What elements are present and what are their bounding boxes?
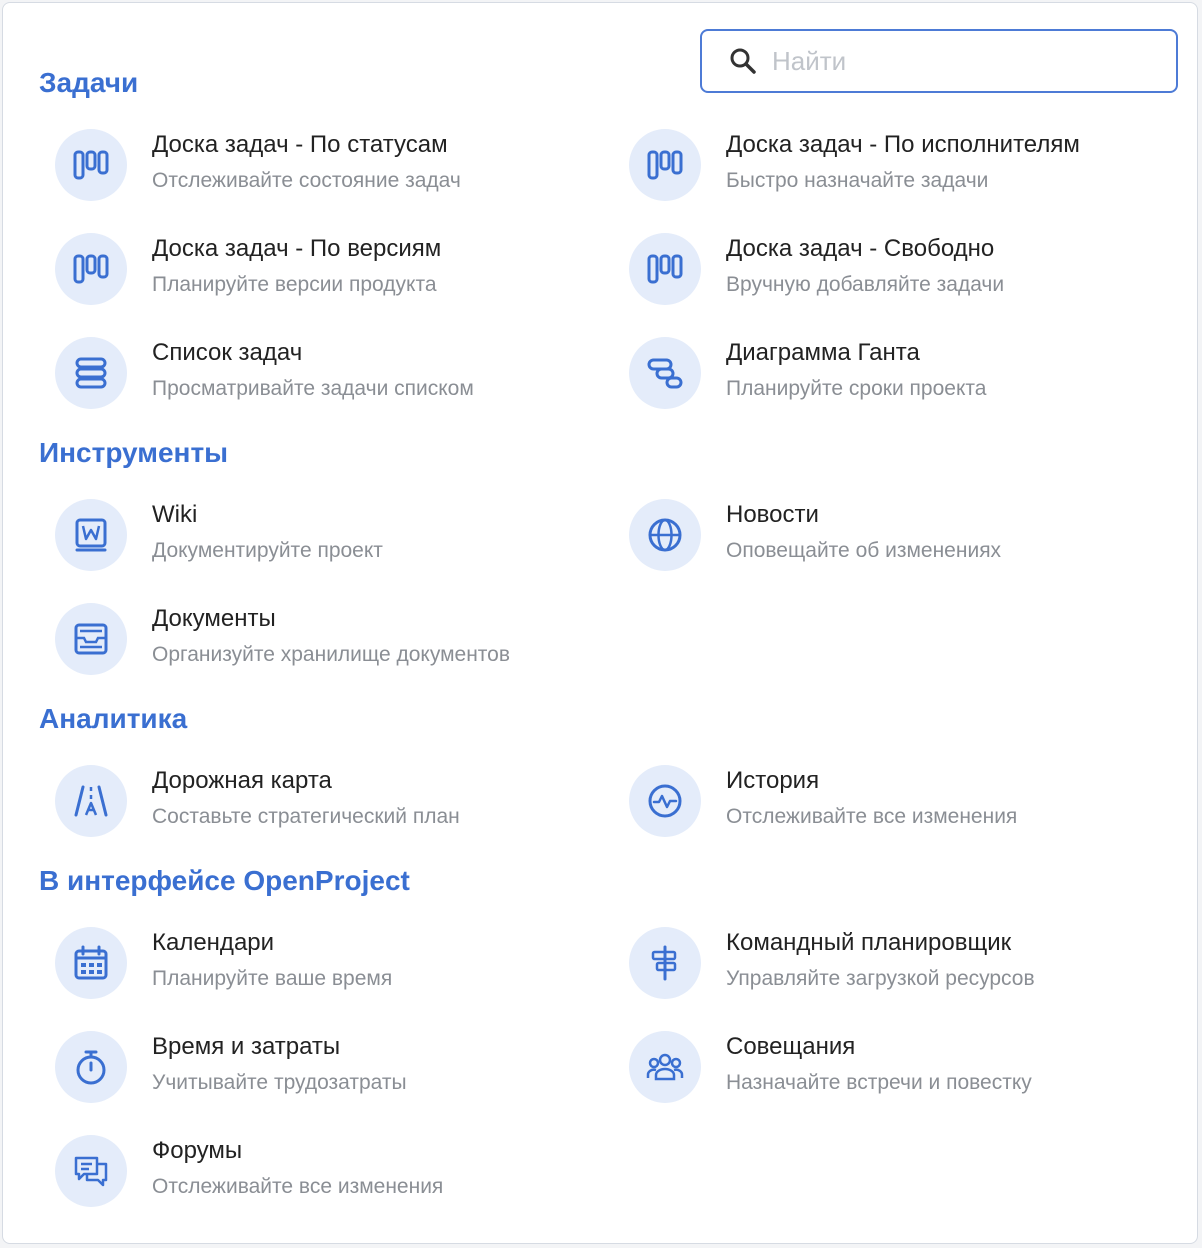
menu-item-title: Доска задач - По версиям xyxy=(152,235,442,262)
section-title-tasks: Задачи xyxy=(39,67,139,98)
menu-item-calendars[interactable]: Календари Планируйте ваше время xyxy=(55,927,615,1007)
menu-item-description: Назначайте встречи и повестку xyxy=(726,1071,1032,1094)
menu-item-history[interactable]: История Отслеживайте все изменения xyxy=(629,765,1189,845)
menu-item-description: Учитывайте трудозатраты xyxy=(152,1071,407,1094)
team-planner-icon xyxy=(629,927,701,999)
menu-item-description: Отслеживайте все изменения xyxy=(726,805,1018,828)
menu-item-title: Доска задач - По статусам xyxy=(152,131,448,158)
stopwatch-icon xyxy=(55,1031,127,1103)
menu-item-board-free[interactable]: Доска задач - Свободно Вручную добавляйт… xyxy=(629,233,1189,313)
menu-item-title: Диаграмма Ганта xyxy=(726,339,920,366)
section-title-tools: Инструменты xyxy=(39,437,229,468)
menu-item-gantt[interactable]: Диаграмма Ганта Планируйте сроки проекта xyxy=(629,337,1189,417)
menu-item-description: Планируйте сроки проекта xyxy=(726,377,987,400)
menu-item-documents[interactable]: Документы Организуйте хранилище документ… xyxy=(55,603,615,683)
menu-item-description: Вручную добавляйте задачи xyxy=(726,273,1005,296)
calendar-icon xyxy=(55,927,127,999)
search-icon xyxy=(728,46,758,76)
menu-item-board-status[interactable]: Доска задач - По статусам Отслеживайте с… xyxy=(55,129,615,209)
menu-item-meetings[interactable]: Совещания Назначайте встречи и повестку xyxy=(629,1031,1189,1111)
menu-item-title: Совещания xyxy=(726,1033,856,1060)
board-icon xyxy=(55,233,127,305)
add-widget-panel: Задачи Доска задач - По статусам Отслежи… xyxy=(2,2,1198,1244)
menu-item-description: Отслеживайте состояние задач xyxy=(152,169,461,192)
menu-item-description: Быстро назначайте задачи xyxy=(726,169,989,192)
list-icon xyxy=(55,337,127,409)
menu-item-forums[interactable]: Форумы Отслеживайте все изменения xyxy=(55,1135,615,1215)
menu-item-title: Командный планировщик xyxy=(726,929,1012,956)
menu-item-description: Отслеживайте все изменения xyxy=(152,1175,444,1198)
menu-item-description: Планируйте ваше время xyxy=(152,967,393,990)
menu-item-title: Новости xyxy=(726,501,819,528)
section-title-openproject: В интерфейсе OpenProject xyxy=(39,865,410,896)
board-icon xyxy=(629,129,701,201)
menu-item-title: Время и затраты xyxy=(152,1033,341,1060)
search-box[interactable] xyxy=(700,29,1178,93)
menu-item-time-costs[interactable]: Время и затраты Учитывайте трудозатраты xyxy=(55,1031,615,1111)
menu-item-description: Документируйте проект xyxy=(152,539,383,562)
menu-item-title: Wiki xyxy=(152,501,198,528)
menu-item-board-assignee[interactable]: Доска задач - По исполнителям Быстро наз… xyxy=(629,129,1189,209)
menu-item-title: Календари xyxy=(152,929,275,956)
menu-item-title: Форумы xyxy=(152,1137,243,1164)
gantt-icon xyxy=(629,337,701,409)
menu-item-description: Планируйте версии продукта xyxy=(152,273,437,296)
menu-item-news[interactable]: Новости Оповещайте об изменениях xyxy=(629,499,1189,579)
menu-item-description: Составьте стратегический план xyxy=(152,805,460,828)
menu-item-description: Оповещайте об изменениях xyxy=(726,539,1002,562)
menu-item-title: Список задач xyxy=(152,339,303,366)
globe-icon xyxy=(629,499,701,571)
menu-item-board-version[interactable]: Доска задач - По версиям Планируйте верс… xyxy=(55,233,615,313)
menu-item-task-list[interactable]: Список задач Просматривайте задачи списк… xyxy=(55,337,615,417)
board-icon xyxy=(629,233,701,305)
menu-item-roadmap[interactable]: Дорожная карта Составьте стратегический … xyxy=(55,765,615,845)
roadmap-icon xyxy=(55,765,127,837)
menu-item-title: Доска задач - Свободно xyxy=(726,235,995,262)
menu-item-team-planner[interactable]: Командный планировщик Управляйте загрузк… xyxy=(629,927,1189,1007)
menu-item-title: Дорожная карта xyxy=(152,767,332,794)
menu-item-wiki[interactable]: Wiki Документируйте проект xyxy=(55,499,615,579)
people-icon xyxy=(629,1031,701,1103)
menu-item-title: Доска задач - По исполнителям xyxy=(726,131,1080,158)
section-title-analytics: Аналитика xyxy=(39,703,188,734)
forums-icon xyxy=(55,1135,127,1207)
search-input[interactable] xyxy=(770,44,1154,78)
menu-item-title: История xyxy=(726,767,820,794)
menu-item-title: Документы xyxy=(152,605,276,632)
menu-item-description: Просматривайте задачи списком xyxy=(152,377,474,400)
wiki-icon xyxy=(55,499,127,571)
menu-item-description: Управляйте загрузкой ресурсов xyxy=(726,967,1035,990)
board-icon xyxy=(55,129,127,201)
menu-item-description: Организуйте хранилище документов xyxy=(152,643,511,666)
documents-icon xyxy=(55,603,127,675)
activity-icon xyxy=(629,765,701,837)
